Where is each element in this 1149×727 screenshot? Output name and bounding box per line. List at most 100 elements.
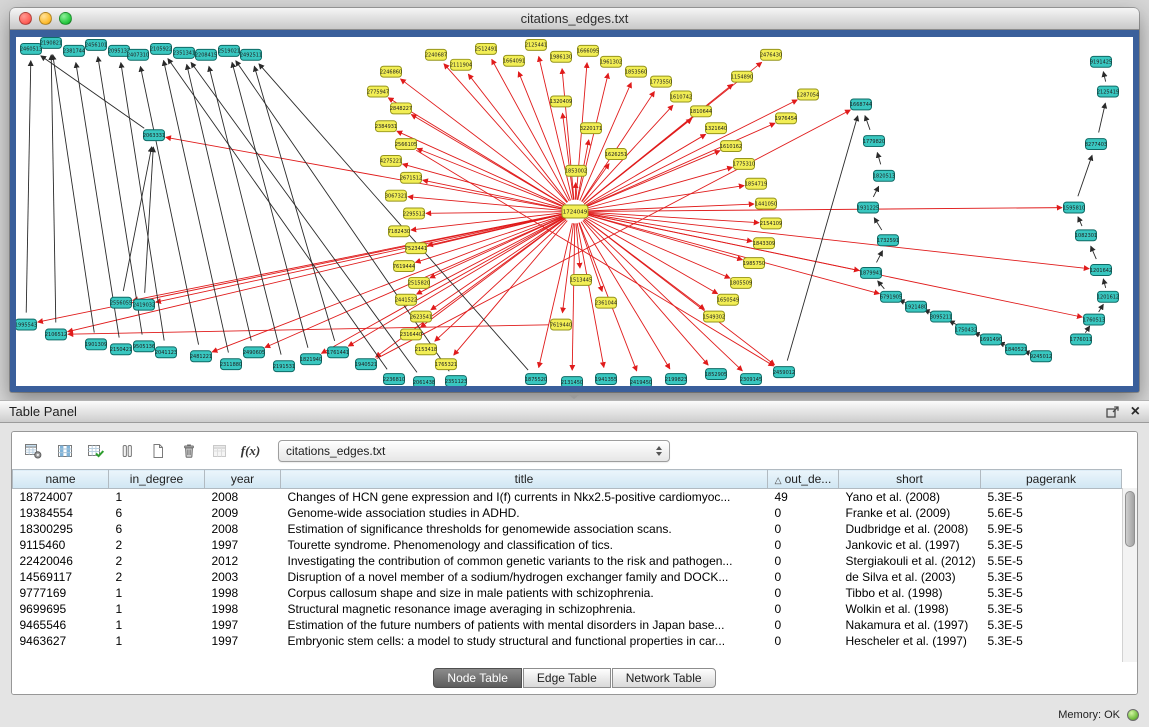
close-panel-icon[interactable]: × [1131, 405, 1140, 419]
network-table-select[interactable]: citations_edges.txt [278, 440, 670, 462]
window-titlebar[interactable]: citations_edges.txt [10, 8, 1139, 30]
table-cell[interactable]: Tourette syndrome. Phenomenology and cla… [281, 537, 768, 553]
table-cell[interactable]: 0 [768, 569, 839, 585]
table-cell[interactable]: Franke et al. (2009) [839, 505, 981, 521]
table-cell[interactable]: 5.3E-5 [981, 489, 1122, 506]
table-cell[interactable]: 1997 [205, 617, 281, 633]
table-cell[interactable]: Changes of HCN gene expression and I(f) … [281, 489, 768, 506]
table-cell[interactable]: 6 [109, 505, 205, 521]
table-cell[interactable]: 0 [768, 601, 839, 617]
table-cell[interactable]: 1 [109, 601, 205, 617]
function-builder-button[interactable]: f(x) [237, 438, 264, 463]
table-cell[interactable]: 2 [109, 537, 205, 553]
table-cell[interactable]: 1 [109, 617, 205, 633]
table-cell[interactable]: Jankovic et al. (1997) [839, 537, 981, 553]
table-cell[interactable]: 1997 [205, 633, 281, 649]
table-cell[interactable]: 1 [109, 585, 205, 601]
table-cell[interactable]: 18724007 [13, 489, 109, 506]
table-cell[interactable]: 9777169 [13, 585, 109, 601]
table-cell[interactable]: Wolkin et al. (1998) [839, 601, 981, 617]
memory-indicator[interactable] [1127, 709, 1139, 721]
table-cell[interactable]: 5.9E-5 [981, 521, 1122, 537]
table-cell[interactable]: Tibbo et al. (1998) [839, 585, 981, 601]
vertical-scrollbar[interactable] [1122, 488, 1137, 662]
column-header-name[interactable]: name [13, 470, 109, 489]
table-options-button[interactable] [20, 438, 47, 463]
table-cell[interactable]: 6 [109, 521, 205, 537]
table-cell[interactable]: de Silva et al. (2003) [839, 569, 981, 585]
table-cell[interactable]: Structural magnetic resonance image aver… [281, 601, 768, 617]
table-cell[interactable]: 9699695 [13, 601, 109, 617]
table-cell[interactable]: 0 [768, 585, 839, 601]
table-cell[interactable]: Estimation of significance thresholds fo… [281, 521, 768, 537]
delete-table-button[interactable] [175, 438, 202, 463]
table-cell[interactable]: 9465546 [13, 617, 109, 633]
table-cell[interactable]: Investigating the contribution of common… [281, 553, 768, 569]
table-cell[interactable]: 9115460 [13, 537, 109, 553]
table-cell[interactable]: 14569117 [13, 569, 109, 585]
table-cell[interactable]: Estimation of the future numbers of pati… [281, 617, 768, 633]
import-table-button[interactable] [206, 438, 233, 463]
row-selector-button[interactable] [113, 438, 140, 463]
column-header-short[interactable]: short [839, 470, 981, 489]
table-cell[interactable]: Dudbridge et al. (2008) [839, 521, 981, 537]
table-cell[interactable]: 1997 [205, 537, 281, 553]
table-cell[interactable]: 1998 [205, 585, 281, 601]
window-minimize-button[interactable] [39, 12, 52, 25]
table-cell[interactable]: 5.3E-5 [981, 617, 1122, 633]
tab-network-table[interactable]: Network Table [612, 668, 716, 688]
table-cell[interactable]: Stergiakouli et al. (2012) [839, 553, 981, 569]
table-cell[interactable]: 0 [768, 537, 839, 553]
table-cell[interactable]: 0 [768, 617, 839, 633]
table-cell[interactable]: 18300295 [13, 521, 109, 537]
table-cell[interactable]: Corpus callosum shape and size in male p… [281, 585, 768, 601]
table-cell[interactable]: 5.3E-5 [981, 537, 1122, 553]
table-cell[interactable]: 5.6E-5 [981, 505, 1122, 521]
table-cell[interactable]: Yano et al. (2008) [839, 489, 981, 506]
panel-resize-handle[interactable] [566, 394, 582, 399]
scrollbar-thumb[interactable] [1125, 491, 1135, 547]
column-header-in-degree[interactable]: in_degree [109, 470, 205, 489]
create-table-button[interactable] [144, 438, 171, 463]
show-columns-button[interactable] [51, 438, 78, 463]
tab-node-table[interactable]: Node Table [433, 668, 522, 688]
window-zoom-button[interactable] [59, 12, 72, 25]
table-cell[interactable]: 2008 [205, 521, 281, 537]
table-cell[interactable]: 0 [768, 553, 839, 569]
column-header-title[interactable]: title [281, 470, 768, 489]
table-cell[interactable]: 2008 [205, 489, 281, 506]
table-cell[interactable]: Disruption of a novel member of a sodium… [281, 569, 768, 585]
table-cell[interactable]: 22420046 [13, 553, 109, 569]
table-cell[interactable]: 5.3E-5 [981, 569, 1122, 585]
table-cell[interactable]: 2 [109, 569, 205, 585]
table-cell[interactable]: 0 [768, 505, 839, 521]
table-cell[interactable]: 1998 [205, 601, 281, 617]
table-cell[interactable]: 2 [109, 553, 205, 569]
graph-canvas[interactable]: 1724049224686027759472848227238493125661… [16, 37, 1133, 386]
table-cell[interactable]: Hescheler et al. (1997) [839, 633, 981, 649]
table-cell[interactable]: 5.3E-5 [981, 633, 1122, 649]
table-cell[interactable]: 49 [768, 489, 839, 506]
edit-table-button[interactable] [82, 438, 109, 463]
table-cell[interactable]: 5.3E-5 [981, 585, 1122, 601]
table-cell[interactable]: 5.3E-5 [981, 601, 1122, 617]
table-cell[interactable]: Embryonic stem cells: a model to study s… [281, 633, 768, 649]
table-cell[interactable]: 1 [109, 633, 205, 649]
table-cell[interactable]: 1 [109, 489, 205, 506]
table-cell[interactable]: 0 [768, 521, 839, 537]
table-cell[interactable]: 0 [768, 633, 839, 649]
column-header-out-degree[interactable]: △out_de... [768, 470, 839, 489]
table-cell[interactable]: 2012 [205, 553, 281, 569]
tab-edge-table[interactable]: Edge Table [523, 668, 611, 688]
table-cell[interactable]: Nakamura et al. (1997) [839, 617, 981, 633]
table-cell[interactable]: Genome-wide association studies in ADHD. [281, 505, 768, 521]
table-cell[interactable]: 9463627 [13, 633, 109, 649]
column-header-year[interactable]: year [205, 470, 281, 489]
table-cell[interactable]: 19384554 [13, 505, 109, 521]
window-close-button[interactable] [19, 12, 32, 25]
column-header-pagerank[interactable]: pagerank [981, 470, 1122, 489]
float-panel-icon[interactable] [1106, 406, 1119, 418]
table-cell[interactable]: 2003 [205, 569, 281, 585]
table-cell[interactable]: 5.5E-5 [981, 553, 1122, 569]
table-cell[interactable]: 2009 [205, 505, 281, 521]
